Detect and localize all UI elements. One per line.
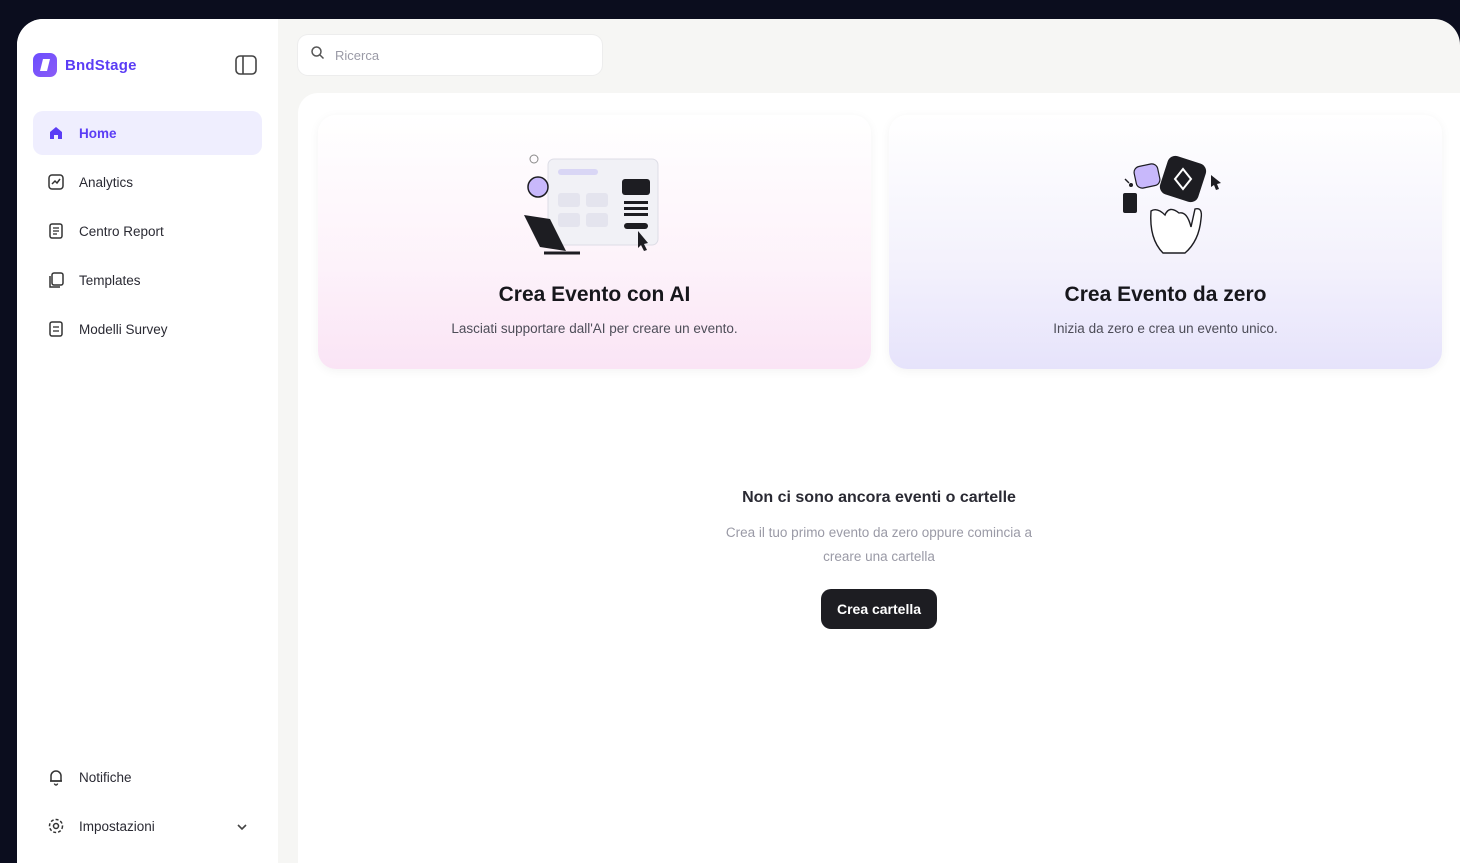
sidebar-item-label: Centro Report [79,223,164,239]
ai-event-illustration [523,154,658,255]
survey-icon [47,320,65,338]
home-icon [47,124,65,142]
card-title: Crea Evento da zero [1064,283,1267,306]
gear-icon [47,817,65,835]
card-description: Lasciati supportare dall'AI per creare u… [451,321,738,336]
sidebar-item-modelli-survey[interactable]: Modelli Survey [33,307,262,351]
sidebar-item-label: Analytics [79,174,134,190]
brand-name: BndStage [65,56,137,74]
bell-icon [47,768,65,786]
sidebar-item-notifiche[interactable]: Notifiche [33,755,262,799]
search-input[interactable] [335,47,575,63]
create-folder-button[interactable]: Crea cartella [820,589,938,629]
brand-row: BndStage [33,19,262,111]
empty-state-description: Crea il tuo primo evento da zero oppure … [725,525,1033,564]
card-description: Inizia da zero e crea un evento unico. [1053,321,1278,336]
chart-icon [47,173,65,191]
sidebar-item-label: Notifiche [79,769,132,785]
create-event-ai-card[interactable]: Crea Evento con AI Lasciati supportare d… [318,115,871,369]
sidebar-bottom: Notifiche Impostazioni [33,755,262,853]
brand[interactable]: BndStage [33,53,137,77]
chevron-down-icon[interactable] [236,819,248,834]
main-area: Crea Evento con AI Lasciati supportare d… [278,19,1460,863]
sidebar-item-label: Templates [79,272,141,288]
create-cards: Crea Evento con AI Lasciati supportare d… [318,115,1442,369]
create-event-scratch-card[interactable]: Crea Evento da zero Inizia da zero e cre… [889,115,1442,369]
report-icon [47,222,65,240]
templates-icon [47,271,65,289]
search-bar[interactable] [298,35,602,75]
sidebar-item-label: Impostazioni [79,818,155,834]
search-icon [310,45,325,65]
sidebar-item-home[interactable]: Home [33,111,262,155]
sidebar-toggle-icon[interactable] [232,51,260,79]
sidebar-item-templates[interactable]: Templates [33,258,262,302]
sidebar-item-centro-report[interactable]: Centro Report [33,209,262,253]
content-panel: Crea Evento con AI Lasciati supportare d… [298,93,1460,863]
card-title: Crea Evento con AI [498,283,691,306]
sidebar-item-label: Modelli Survey [79,321,168,337]
app-window: BndStage Home Analytics Centro Report Te… [17,19,1460,863]
empty-state: Non ci sono ancora eventi o cartelle Cre… [298,489,1460,629]
sidebar-item-label: Home [79,125,117,141]
empty-state-title: Non ci sono ancora eventi o cartelle [742,489,1016,506]
sidebar-nav: Home Analytics Centro Report Templates M… [33,111,262,351]
scratch-event-illustration [1122,155,1221,254]
brand-logo-icon [33,53,57,77]
sidebar: BndStage Home Analytics Centro Report Te… [17,19,278,863]
sidebar-item-impostazioni[interactable]: Impostazioni [33,804,262,848]
sidebar-item-analytics[interactable]: Analytics [33,160,262,204]
